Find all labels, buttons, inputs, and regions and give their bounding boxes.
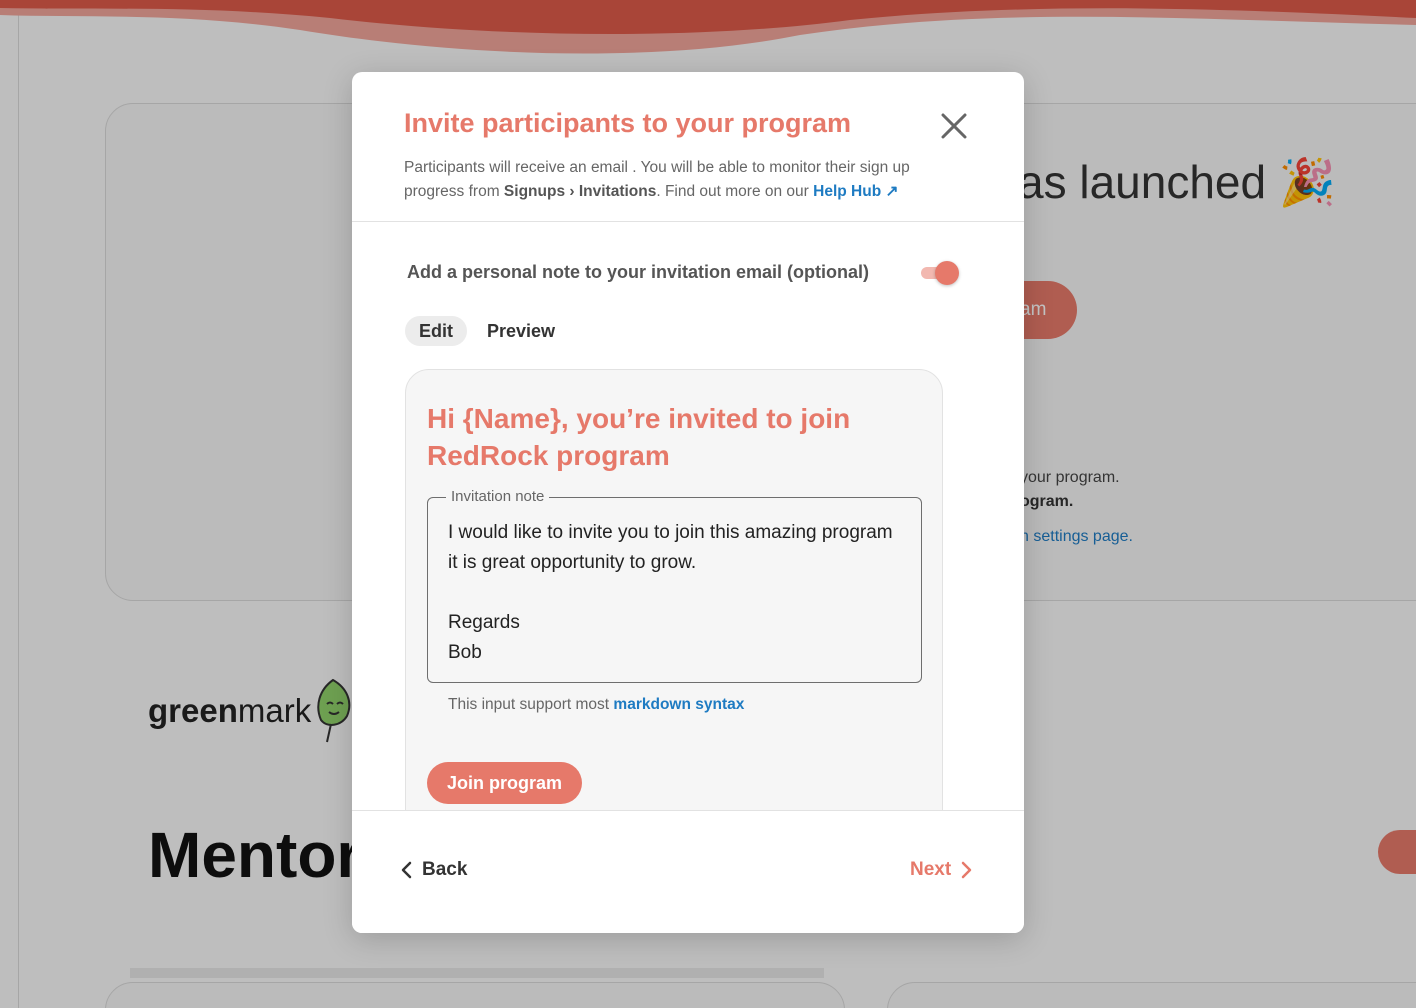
markdown-hint: This input support most markdown syntax — [448, 696, 745, 713]
close-icon — [941, 113, 967, 139]
join-program-button[interactable]: Join program — [427, 762, 582, 804]
help-hub-link[interactable]: Help Hub ↗ — [813, 183, 898, 200]
personal-note-toggle[interactable] — [921, 260, 959, 285]
invite-participants-modal: Invite participants to your program Part… — [352, 72, 1024, 933]
modal-header: Invite participants to your program Part… — [352, 72, 1024, 222]
chevron-left-icon — [401, 861, 412, 879]
email-preview-card: Hi {Name}, you’re invited to join RedRoc… — [405, 369, 943, 810]
tab-preview[interactable]: Preview — [473, 316, 569, 346]
editor-tabs: Edit Preview — [405, 316, 569, 346]
chevron-right-icon — [961, 861, 972, 879]
personal-note-toggle-row: Add a personal note to your invitation e… — [407, 257, 967, 287]
email-heading: Hi {Name}, you’re invited to join RedRoc… — [427, 403, 851, 471]
modal-description: Participants will receive an email . You… — [404, 159, 910, 200]
next-label: Next — [910, 859, 952, 880]
invitation-note-input[interactable]: I would like to invite you to join this … — [448, 518, 898, 668]
invitation-note-field[interactable]: Invitation note I would like to invite y… — [427, 488, 922, 683]
personal-note-label: Add a personal note to your invitation e… — [407, 261, 870, 282]
modal-body: Add a personal note to your invitation e… — [352, 223, 1024, 810]
back-button[interactable]: Back — [400, 859, 467, 881]
close-button[interactable] — [938, 110, 970, 142]
invitation-note-label: Invitation note — [446, 488, 550, 505]
toggle-knob — [935, 261, 959, 285]
markdown-syntax-link[interactable]: markdown syntax — [613, 696, 744, 713]
back-label: Back — [422, 859, 468, 880]
tab-edit[interactable]: Edit — [405, 316, 467, 346]
modal-footer: Back Next — [352, 810, 1024, 933]
modal-title: Invite participants to your program — [404, 108, 852, 138]
signups-path: Signups › Invitations — [503, 183, 657, 200]
next-button[interactable]: Next — [910, 859, 973, 881]
